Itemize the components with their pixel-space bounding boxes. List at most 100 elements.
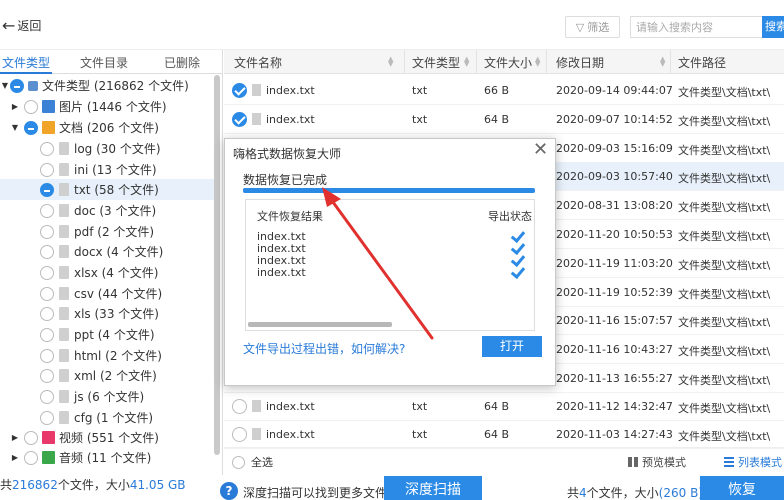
row-checkbox[interactable] — [232, 83, 247, 98]
tree-item-log[interactable]: log (30 个文件) — [0, 138, 218, 159]
tree-item-images[interactable]: ▶ 图片 (1446 个文件) — [0, 96, 218, 117]
select-all-checkbox[interactable] — [232, 455, 245, 469]
file-icon — [252, 400, 261, 412]
recover-button[interactable]: 恢复 — [700, 476, 784, 500]
video-file-icon — [42, 431, 55, 444]
tree-item-doc[interactable]: doc (3 个文件) — [0, 200, 218, 221]
select-all[interactable]: 全选 — [232, 454, 273, 470]
tree-checkbox[interactable] — [10, 78, 24, 93]
tree-checkbox[interactable] — [40, 410, 54, 425]
tree-item-label: log (30 个文件) — [74, 142, 161, 156]
tree-checkbox[interactable] — [40, 162, 54, 177]
tree-item-txt[interactable]: txt (58 个文件) — [0, 179, 218, 200]
tree-checkbox[interactable] — [40, 348, 54, 363]
col-header-name[interactable]: 文件名称 — [234, 54, 282, 71]
tree-checkbox[interactable] — [24, 430, 38, 445]
table-row[interactable]: index.txt txt 64 B 2020-11-12 14:32:47 文… — [224, 392, 784, 421]
column-divider[interactable] — [670, 50, 671, 74]
col-header-type[interactable]: 文件类型 — [412, 54, 460, 71]
collapse-arrow-icon[interactable]: ▼ — [0, 81, 10, 90]
tree-item-pdf[interactable]: pdf (2 个文件) — [0, 221, 218, 242]
col-header-path[interactable]: 文件路径 — [678, 54, 726, 71]
tree-item-js[interactable]: js (6 个文件) — [0, 386, 218, 407]
row-checkbox[interactable] — [232, 427, 247, 442]
tree-item-csv[interactable]: csv (44 个文件) — [0, 283, 218, 304]
tab-deleted[interactable]: 已删除 — [164, 54, 200, 71]
preview-mode-button[interactable]: 预览模式 — [628, 454, 686, 470]
expand-arrow-icon[interactable]: ▶ — [10, 433, 20, 442]
tab-file-directory[interactable]: 文件目录 — [80, 54, 128, 71]
tree-checkbox[interactable] — [40, 327, 54, 342]
top-bar: ← 返回 ▽ 筛选 搜索 — [0, 0, 784, 50]
tree-item-all-types[interactable]: ▼ 文件类型 (216862 个文件) — [0, 75, 218, 96]
tree-item-audio[interactable]: ▶ 音频 (11 个文件) — [0, 447, 218, 468]
export-error-help-link[interactable]: 文件导出过程出错，如何解决? — [243, 340, 405, 357]
table-row[interactable]: index.txt txt 64 B 2020-11-03 14:27:43 文… — [224, 420, 784, 449]
tree-item-xml[interactable]: xml (2 个文件) — [0, 365, 218, 386]
cell-path: 文件类型\文档\txt\ — [678, 259, 771, 272]
tree-checkbox[interactable] — [40, 141, 54, 156]
tree-checkbox[interactable] — [24, 99, 38, 114]
tree-item-xls[interactable]: xls (33 个文件) — [0, 303, 218, 324]
tree-checkbox[interactable] — [40, 286, 54, 301]
tree-item-label: pdf (2 个文件) — [74, 225, 155, 239]
help-icon[interactable]: ? — [220, 482, 238, 500]
tree-item-cfg[interactable]: cfg (1 个文件) — [0, 407, 218, 428]
column-divider[interactable] — [476, 50, 477, 74]
tree-checkbox[interactable] — [40, 203, 54, 218]
row-checkbox[interactable] — [232, 112, 247, 127]
tree-checkbox[interactable] — [40, 389, 54, 404]
back-button[interactable]: ← 返回 — [2, 17, 41, 34]
expand-arrow-icon[interactable]: ▶ — [10, 102, 20, 111]
cell-size: 64 B — [484, 113, 510, 126]
tree-item-label: 视频 (551 个文件) — [59, 431, 159, 445]
deep-scan-button[interactable]: 深度扫描 — [384, 476, 482, 500]
tree-item-html[interactable]: html (2 个文件) — [0, 345, 218, 366]
tree-item-label: ini (13 个文件) — [74, 163, 157, 177]
tree-checkbox[interactable] — [40, 306, 54, 321]
tree-checkbox[interactable] — [24, 450, 38, 465]
tree-item-label: cfg (1 个文件) — [74, 411, 154, 425]
cell-size: 64 B — [484, 428, 510, 441]
sort-icon[interactable]: ▲ ▼ — [535, 56, 540, 68]
tree-item-documents[interactable]: ▼ 文档 (206 个文件) — [0, 117, 218, 138]
file-icon — [252, 84, 261, 96]
sort-icon[interactable]: ▲ ▼ — [388, 56, 393, 68]
tree-item-docx[interactable]: docx (4 个文件) — [0, 241, 218, 262]
search-button[interactable]: 搜索 — [762, 16, 784, 38]
tab-file-type[interactable]: 文件类型 — [2, 54, 50, 71]
row-checkbox[interactable] — [232, 399, 247, 414]
collapse-arrow-icon[interactable]: ▼ — [10, 123, 20, 132]
table-row[interactable]: index.txt txt 66 B 2020-09-14 09:44:07 文… — [224, 76, 784, 105]
sort-icon[interactable]: ▲ ▼ — [660, 56, 665, 68]
open-button[interactable]: 打开 — [482, 336, 542, 357]
tree-checkbox[interactable] — [40, 244, 54, 259]
tree-item-ppt[interactable]: ppt (4 个文件) — [0, 324, 218, 345]
cell-date: 2020-09-03 15:16:09 — [556, 142, 673, 155]
sort-icon[interactable]: ▲ ▼ — [464, 56, 469, 68]
tree-item-videos[interactable]: ▶ 视频 (551 个文件) — [0, 427, 218, 448]
tree-item-ini[interactable]: ini (13 个文件) — [0, 159, 218, 180]
result-scrollbar[interactable] — [248, 322, 392, 327]
tree-item-xlsx[interactable]: xlsx (4 个文件) — [0, 262, 218, 283]
list-mode-button[interactable]: 列表模式 — [724, 454, 782, 470]
cell-path: 文件类型\文档\txt\ — [678, 230, 771, 243]
column-divider[interactable] — [404, 50, 405, 74]
expand-arrow-icon[interactable]: ▶ — [10, 453, 20, 462]
funnel-icon: ▽ — [575, 20, 585, 34]
left-scrollbar[interactable] — [214, 75, 220, 455]
col-header-date[interactable]: 修改日期 — [556, 54, 604, 71]
table-row[interactable]: index.txt txt 64 B 2020-09-07 10:14:52 文… — [224, 105, 784, 134]
tree-item-label: txt (58 个文件) — [74, 183, 159, 197]
tree-checkbox[interactable] — [40, 368, 54, 383]
cell-path: 文件类型\文档\txt\ — [678, 374, 771, 387]
filter-button[interactable]: ▽ 筛选 — [565, 16, 620, 38]
col-header-size[interactable]: 文件大小 — [484, 54, 532, 71]
close-icon[interactable]: ✕ — [533, 141, 548, 159]
tree-checkbox[interactable] — [40, 182, 54, 197]
tree-checkbox[interactable] — [24, 120, 38, 135]
tree-checkbox[interactable] — [40, 224, 54, 239]
search-input[interactable] — [630, 16, 762, 38]
column-divider[interactable] — [546, 50, 547, 74]
tree-checkbox[interactable] — [40, 265, 54, 280]
